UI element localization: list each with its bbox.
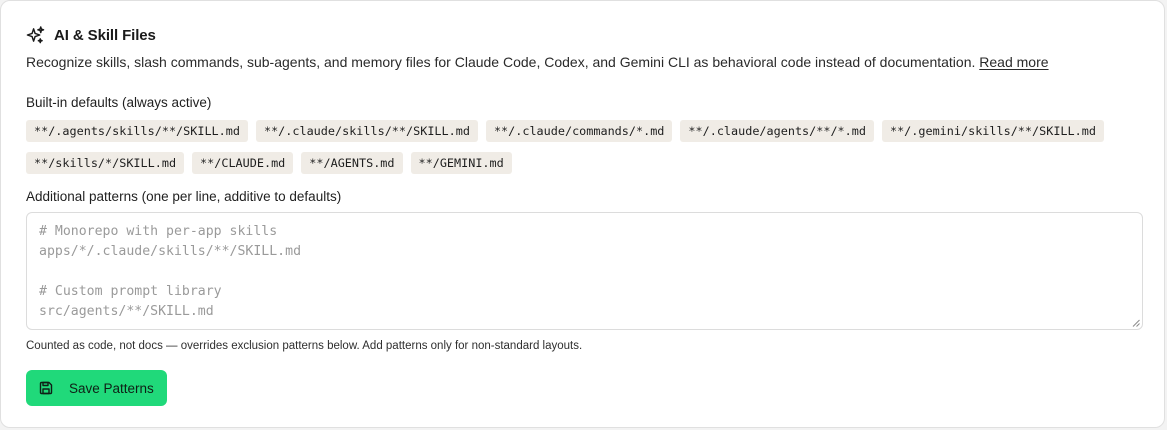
pattern-chip: **/.claude/skills/**/SKILL.md (255, 120, 478, 142)
save-button-label: Save Patterns (69, 380, 154, 396)
builtin-patterns-row-1: **/.agents/skills/**/SKILL.md **/.claude… (26, 120, 1104, 142)
section-title: AI & Skill Files (54, 26, 156, 44)
additional-patterns-field (26, 212, 1143, 330)
builtin-defaults-label: Built-in defaults (always active) (26, 95, 212, 110)
builtin-patterns-row-2: **/skills/*/SKILL.md **/CLAUDE.md **/AGE… (26, 152, 512, 174)
additional-patterns-label: Additional patterns (one per line, addit… (26, 189, 342, 204)
save-icon (39, 381, 53, 395)
pattern-chip: **/.agents/skills/**/SKILL.md (26, 120, 248, 142)
pattern-chip: **/.gemini/skills/**/SKILL.md (881, 120, 1104, 142)
pattern-chip: **/AGENTS.md (301, 152, 403, 174)
pattern-chip: **/.claude/commands/*.md (485, 120, 673, 142)
description-text: Recognize skills, slash commands, sub-ag… (26, 54, 976, 70)
read-more-link[interactable]: Read more (979, 54, 1048, 70)
pattern-chip: **/CLAUDE.md (192, 152, 294, 174)
pattern-chip: **/.claude/agents/**/*.md (680, 120, 874, 142)
patterns-hint: Counted as code, not docs — overrides ex… (26, 340, 583, 352)
section-description: Recognize skills, slash commands, sub-ag… (26, 54, 1049, 70)
pattern-chip: **/GEMINI.md (410, 152, 512, 174)
save-patterns-button[interactable]: Save Patterns (26, 370, 167, 406)
sparkles-icon (26, 26, 45, 44)
pattern-chip: **/skills/*/SKILL.md (26, 152, 185, 174)
resize-handle-icon[interactable] (1132, 319, 1140, 327)
section-header: AI & Skill Files (26, 25, 156, 45)
additional-patterns-textarea[interactable] (27, 213, 1142, 329)
ai-skill-files-card: AI & Skill Files Recognize skills, slash… (0, 0, 1165, 428)
